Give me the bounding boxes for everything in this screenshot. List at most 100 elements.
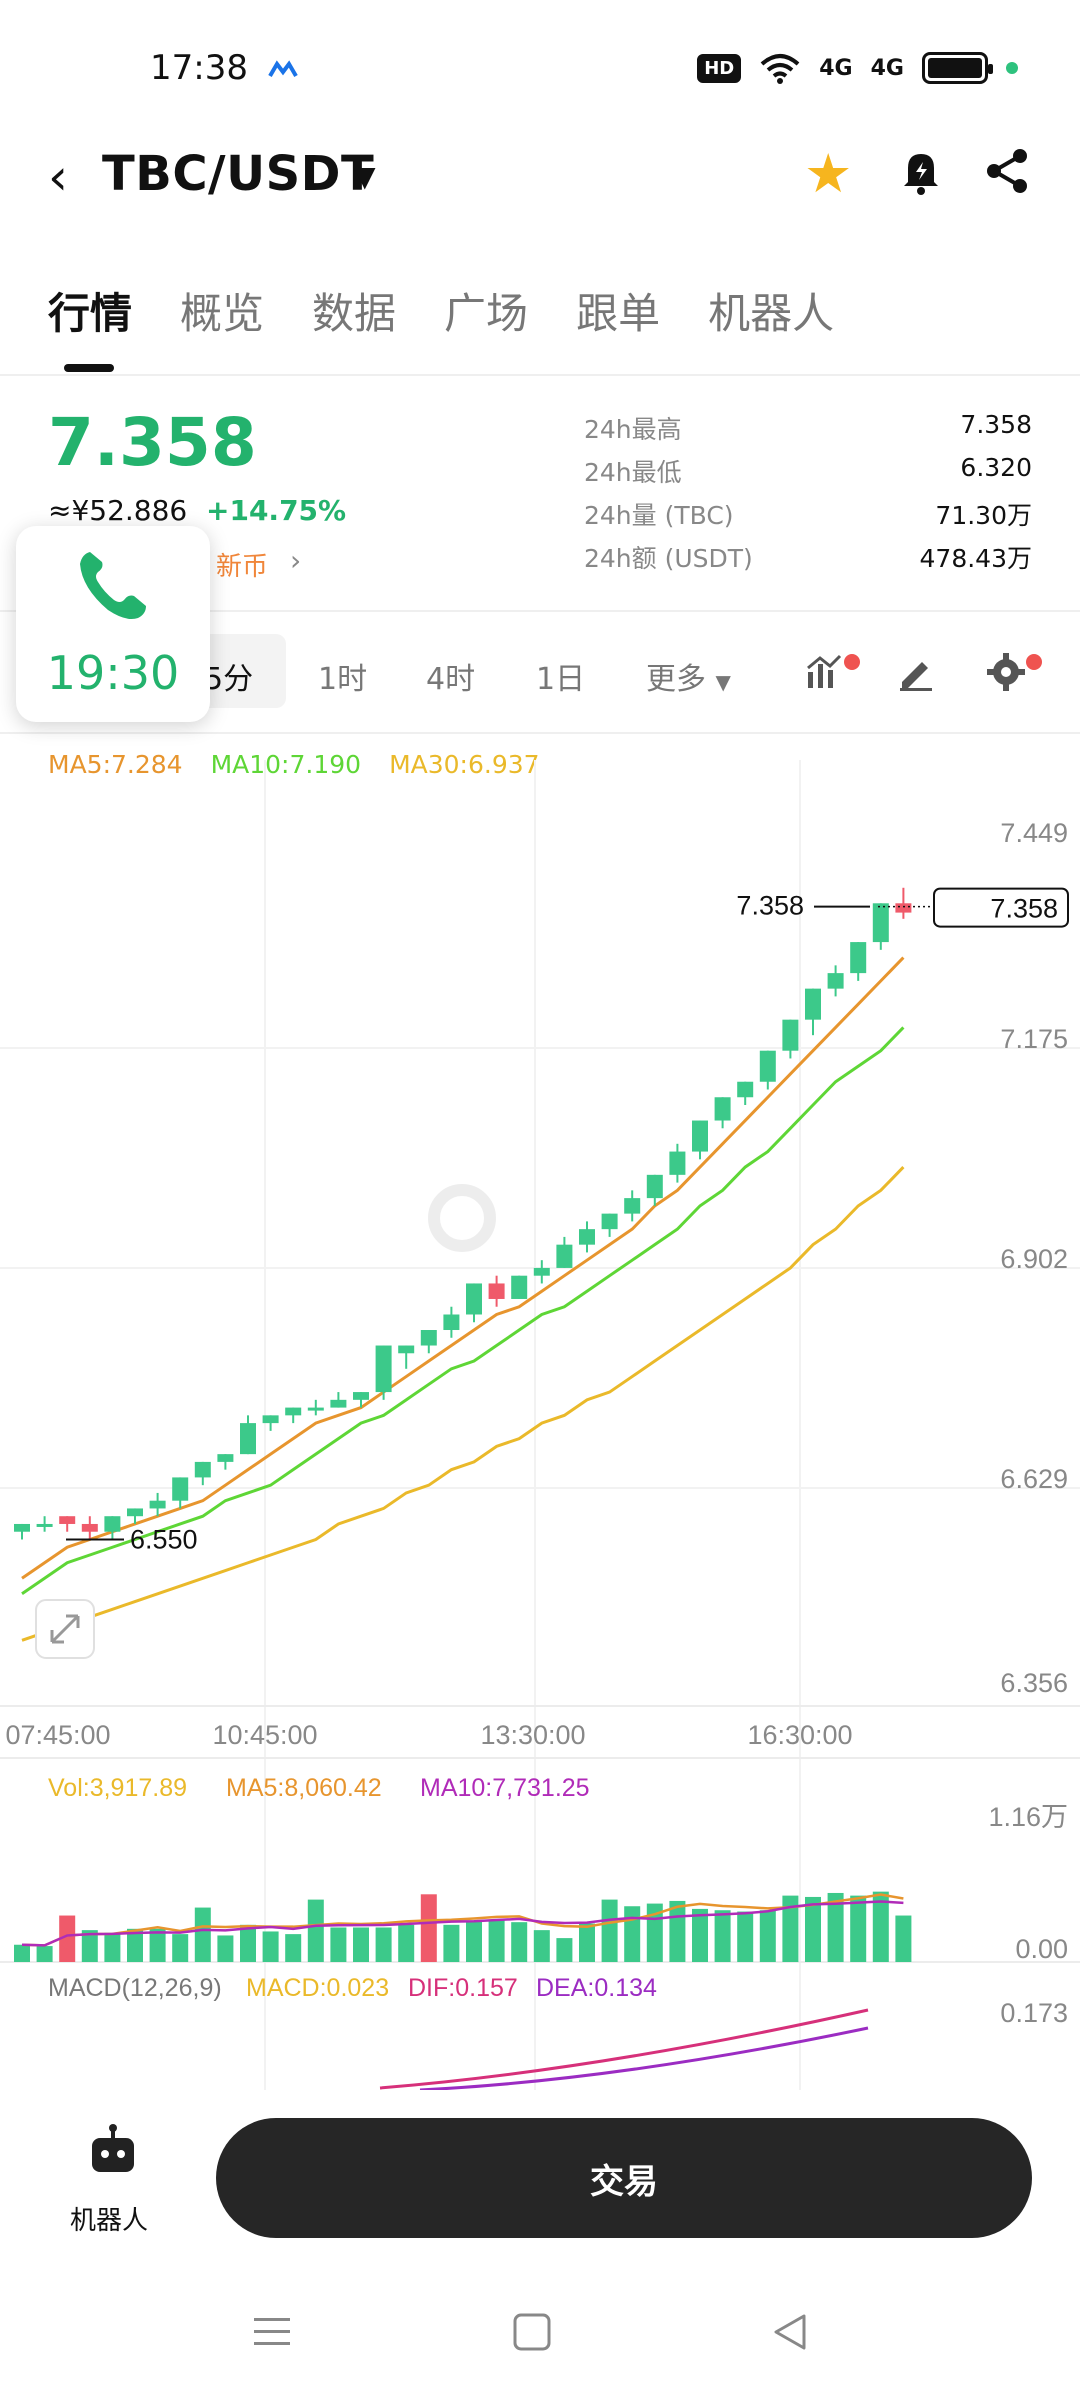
robot-label[interactable]: 机器人 <box>70 2200 148 2237</box>
last-price: 7.358 <box>48 404 257 481</box>
home-icon[interactable] <box>512 2312 552 2352</box>
divider <box>0 732 1080 734</box>
interval-more[interactable]: 更多 ▼ <box>646 654 731 698</box>
caret-down-icon[interactable]: ▼ <box>354 160 376 193</box>
vol-axis-bottom: 0.00 <box>1015 1934 1068 1964</box>
favorite-star-icon[interactable]: ★ <box>804 142 852 205</box>
system-nav-bar <box>0 2280 1080 2400</box>
candle <box>827 973 844 989</box>
candle <box>375 1345 392 1393</box>
status-time: 17:38 <box>150 48 248 88</box>
time-axis-tick: 10:45:00 <box>212 1720 317 1750</box>
indicators-icon[interactable] <box>806 650 850 690</box>
candle <box>511 1275 528 1299</box>
price-axis-tick: 7.449 <box>1000 818 1068 848</box>
interval-1h[interactable]: 1时 <box>318 654 367 698</box>
24h-stats: 24h最高 7.358 24h最低 6.320 24h量 (TBC) 71.30万 2… <box>584 410 1032 582</box>
volume-bar <box>895 1915 912 1962</box>
candle <box>353 1392 369 1400</box>
volume-bar <box>36 1946 53 1962</box>
price-axis-tick: 6.629 <box>1000 1464 1068 1494</box>
candle <box>14 1523 30 1532</box>
volume-bar <box>601 1899 618 1962</box>
volume-bar <box>466 1920 482 1962</box>
kline-chart[interactable]: 7.449 7.175 6.902 6.629 6.356 7.358 7.358 6.550… <box>0 760 1080 2090</box>
back-icon[interactable]: ‹ <box>48 148 68 206</box>
robot-icon[interactable] <box>86 2124 140 2178</box>
interval-5m[interactable]: 5分 <box>204 654 253 698</box>
watermark-logo <box>428 1184 496 1252</box>
candle <box>307 1407 324 1411</box>
pair-selector[interactable]: TBC/USDT <box>102 146 374 202</box>
volume-bar <box>420 1894 437 1962</box>
settings-badge <box>1026 654 1042 670</box>
volume-bar <box>443 1924 460 1962</box>
dea-legend: DEA:0.134 <box>536 1974 657 2002</box>
new-coin-tag[interactable]: 新币 <box>216 546 268 583</box>
volume-bar <box>759 1910 776 1962</box>
tab-data[interactable]: 数据 <box>312 280 396 372</box>
price-axis-tick: 6.356 <box>1000 1668 1068 1698</box>
call-duration: 19:30 <box>46 646 180 700</box>
status-bar: 17:38 HD 4G 4G <box>0 0 1080 140</box>
interval-1d[interactable]: 1日 <box>536 654 585 698</box>
candle <box>850 942 867 974</box>
tab-square[interactable]: 广场 <box>444 280 528 372</box>
chevron-right-icon[interactable]: › <box>290 544 301 577</box>
hd-voice-icon: HD <box>697 53 742 83</box>
volume-bar <box>375 1927 392 1962</box>
time-axis-tick: 07:45:00 <box>5 1720 110 1750</box>
candle <box>240 1423 256 1455</box>
candle <box>81 1523 98 1532</box>
stat-high: 24h最高 7.358 <box>584 410 1032 444</box>
volume-bar <box>330 1927 347 1962</box>
candle <box>646 1174 663 1199</box>
indicators-badge <box>844 654 860 670</box>
price-change: +14.75% <box>206 494 347 527</box>
candle <box>285 1407 302 1416</box>
menu-icon[interactable] <box>252 2312 292 2352</box>
candle <box>872 903 889 943</box>
candle <box>669 1151 686 1175</box>
candle <box>624 1198 641 1214</box>
divider <box>0 374 1080 376</box>
tab-market[interactable]: 行情 <box>48 280 132 372</box>
tab-overview[interactable]: 概览 <box>180 280 264 372</box>
candle <box>194 1461 211 1478</box>
draw-pen-icon[interactable] <box>896 652 936 692</box>
volume-bar <box>104 1932 121 1962</box>
candle <box>217 1454 234 1462</box>
vol-ma10-legend: MA10:7,731.25 <box>420 1774 590 1802</box>
macd-axis-top: 0.173 <box>1000 1998 1068 2028</box>
ma10-line <box>21 1026 905 1596</box>
interval-4h[interactable]: 4时 <box>426 654 475 698</box>
candle <box>420 1330 437 1346</box>
section-tabs: 行情 概览 数据 广场 跟单 机器人 <box>0 280 1080 372</box>
price-alert-bell-icon[interactable] <box>894 144 948 198</box>
share-icon[interactable] <box>980 144 1034 198</box>
vol-legend: Vol:3,917.89 <box>48 1774 187 1802</box>
tab-copy-trade[interactable]: 跟单 <box>576 280 660 372</box>
volume-bar <box>850 1895 867 1962</box>
volume-bar <box>262 1931 279 1962</box>
chart-settings-gear-icon[interactable] <box>986 652 1026 692</box>
tab-bots[interactable]: 机器人 <box>708 280 834 372</box>
macd-legend-value: MACD:0.023 <box>246 1974 389 2002</box>
candle <box>759 1050 776 1082</box>
call-floating-window[interactable]: 19:30 <box>16 526 210 722</box>
back-nav-icon[interactable] <box>770 2312 810 2352</box>
dif-legend: DIF:0.157 <box>408 1974 518 2002</box>
volume-bar <box>240 1924 256 1962</box>
trade-button[interactable]: 交易 <box>216 2118 1032 2238</box>
stat-turnover: 24h额 (USDT) 478.43万 <box>584 544 1032 573</box>
volume-bar <box>172 1934 189 1962</box>
app-notification-icon <box>268 60 298 78</box>
wifi-icon <box>760 54 800 84</box>
candle <box>488 1283 505 1299</box>
candle <box>36 1523 53 1527</box>
last-price-label: 7.358 <box>736 891 804 921</box>
stat-volume: 24h量 (TBC) 71.30万 <box>584 501 1032 530</box>
candle <box>895 903 912 913</box>
volume-bar <box>488 1919 505 1962</box>
signal-4g-icon-2: 4G <box>870 55 904 81</box>
